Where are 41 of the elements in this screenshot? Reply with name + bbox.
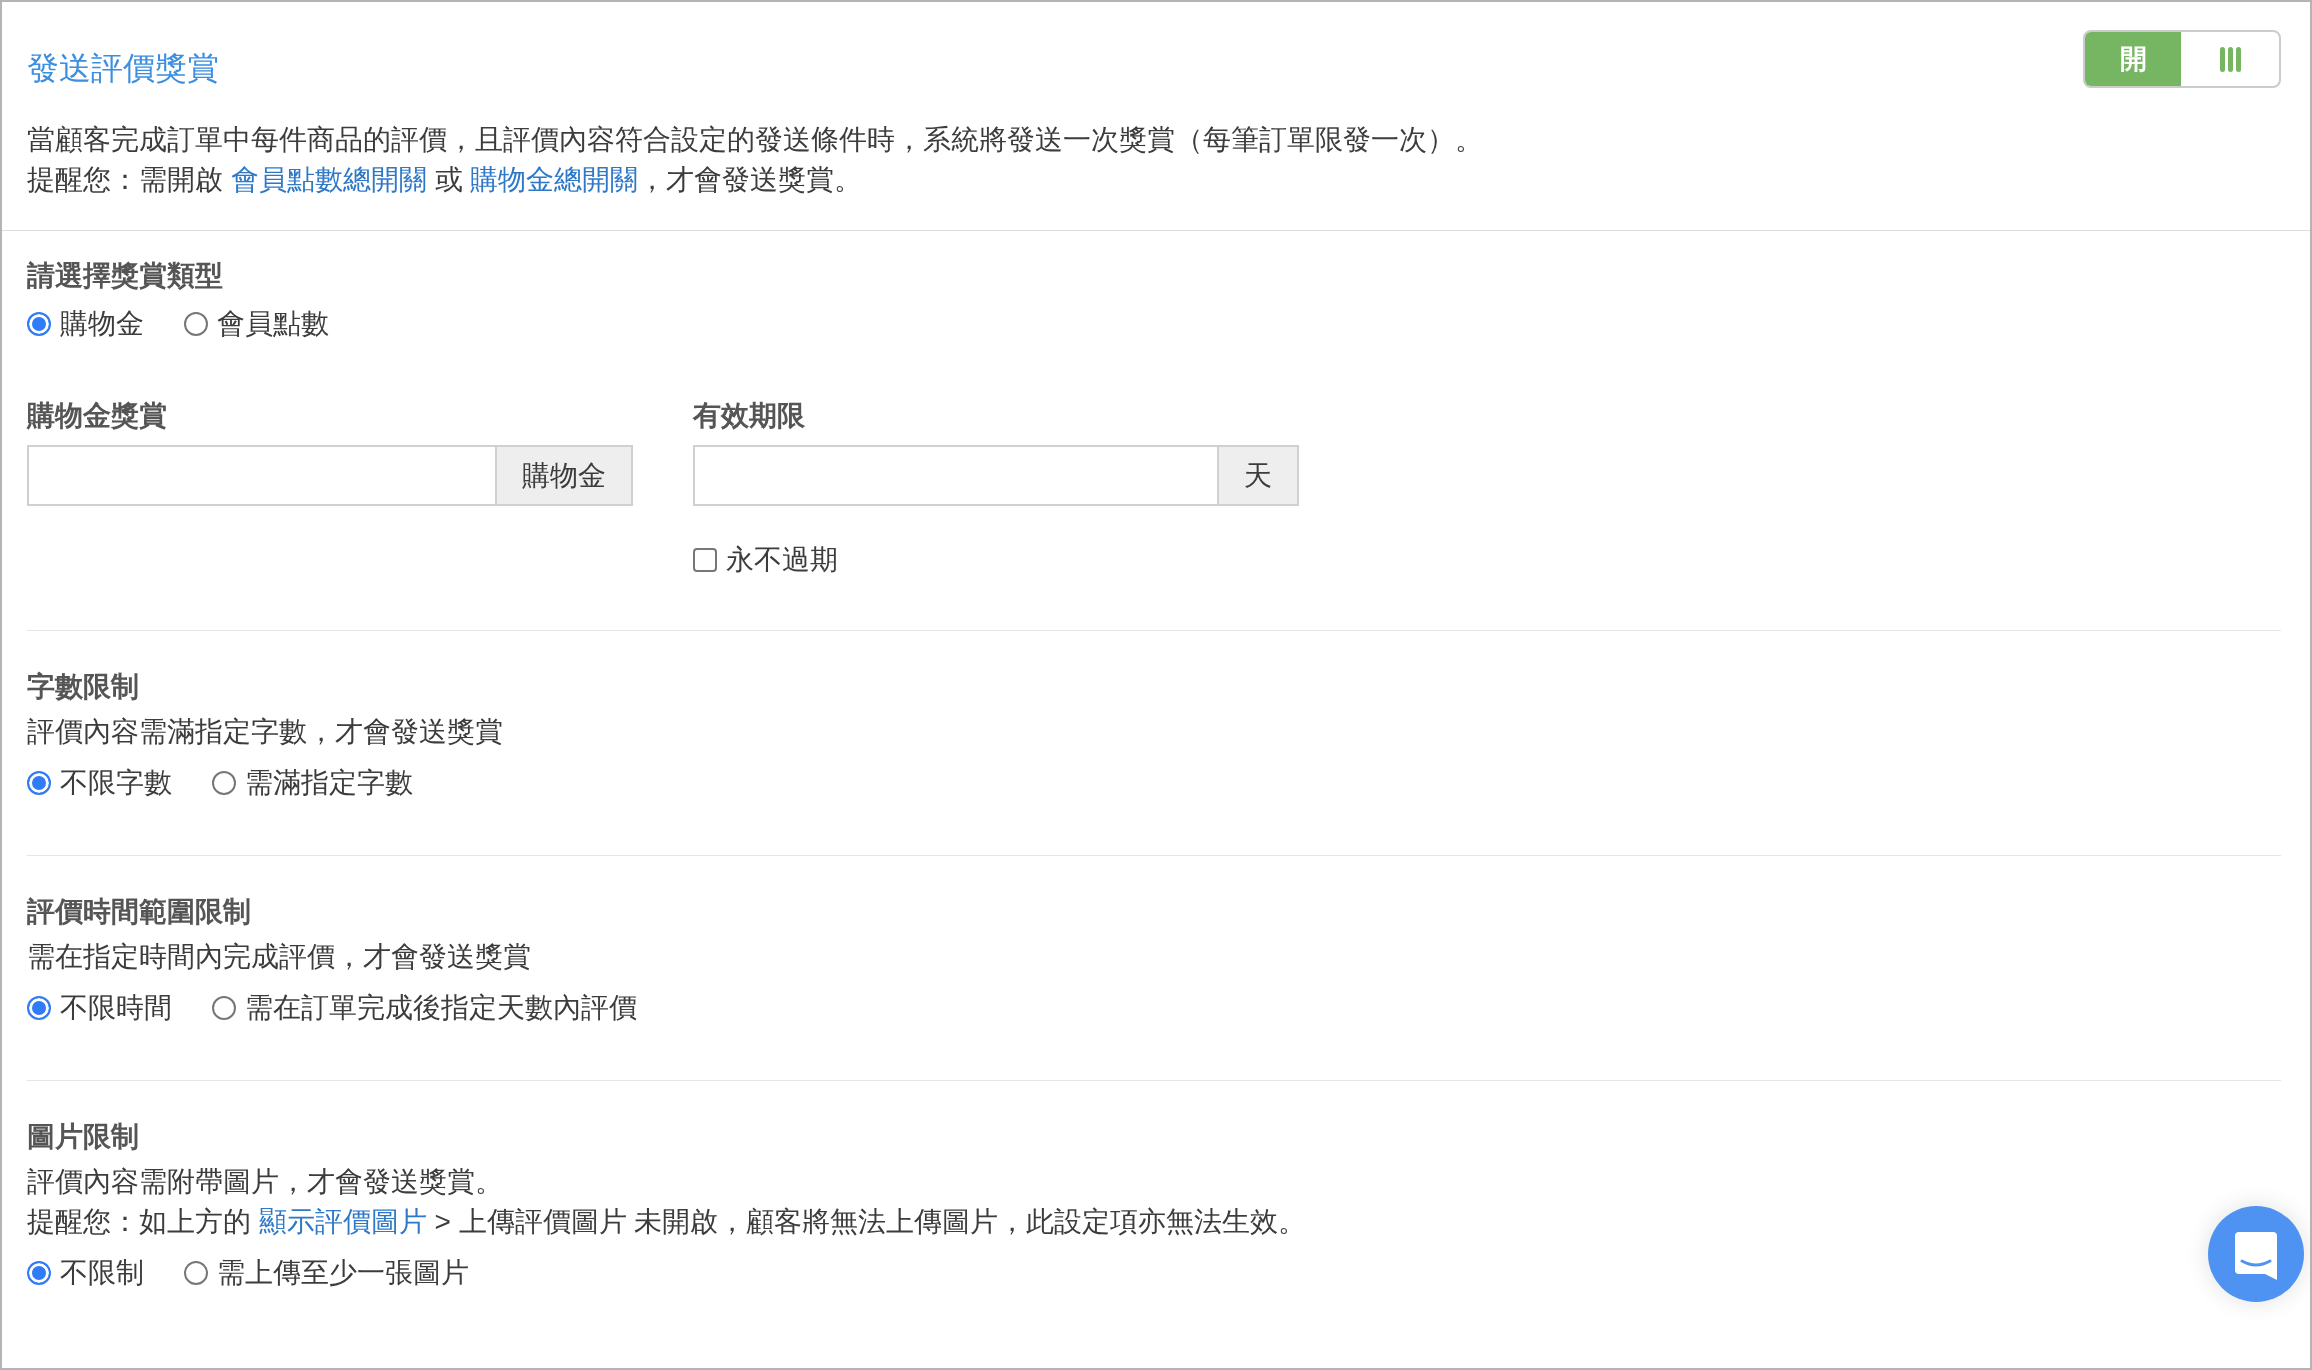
unit-addon: 購物金 (495, 445, 633, 506)
radio-label: 需上傳至少一張圖片 (217, 1256, 469, 1290)
section-description: 提醒您：如上方的 顯示評價圖片 > 上傳評價圖片 未開啟，顧客將無法上傳圖片，此設定項亦無法生效。 (27, 1205, 1307, 1239)
unit-addon: 天 (1217, 445, 1299, 506)
text-link[interactable]: 會員點數總開關 (230, 164, 427, 195)
radio-button[interactable] (184, 1261, 208, 1285)
radio-button[interactable] (27, 312, 51, 336)
section-description: 評價內容需滿指定字數，才會發送獎賞 (27, 715, 503, 749)
radio-button[interactable] (27, 1261, 51, 1285)
checkbox[interactable] (693, 548, 717, 572)
radio-label: 不限制 (60, 1256, 144, 1290)
section-heading: 字數限制 (27, 670, 139, 704)
radio-button[interactable] (27, 771, 51, 795)
grip-icon (2219, 46, 2241, 72)
radio-label: 購物金 (60, 307, 144, 341)
radio-label: 需在訂單完成後指定天數內評價 (245, 991, 637, 1025)
radio-label: 不限字數 (60, 766, 172, 800)
text-link[interactable]: 顯示評價圖片 (258, 1206, 427, 1237)
section-description: 需在指定時間內完成評價，才會發送獎賞 (27, 940, 531, 974)
input-field[interactable] (27, 445, 495, 506)
description-text: 當顧客完成訂單中每件商品的評價，且評價內容符合設定的發送條件時，系統將發送一次獎賞（每筆訂單限發一次）。 (27, 123, 1483, 157)
page-title: 發送評價獎賞 (27, 49, 219, 88)
section-heading: 請選擇獎賞類型 (27, 259, 223, 293)
radio-button[interactable] (212, 771, 236, 795)
toggle-switch[interactable]: 開 (2083, 30, 2281, 88)
text-link[interactable]: 購物金總開關 (470, 164, 639, 195)
checkbox-label: 永不過期 (726, 543, 838, 577)
field-label: 有效期限 (693, 399, 805, 433)
input-field[interactable] (693, 445, 1217, 506)
radio-button[interactable] (27, 996, 51, 1020)
radio-label: 會員點數 (217, 307, 329, 341)
section-description: 評價內容需附帶圖片，才會發送獎賞。 (27, 1165, 503, 1199)
chat-bubble-icon (2235, 1232, 2277, 1280)
description-text: 提醒您：需開啟 會員點數總開關 或 購物金總開關，才會發送獎賞。 (27, 163, 863, 197)
radio-button[interactable] (184, 312, 208, 336)
section-heading: 評價時間範圍限制 (27, 895, 251, 929)
radio-label: 需滿指定字數 (245, 766, 413, 800)
field-label: 購物金獎賞 (27, 399, 167, 433)
section-heading: 圖片限制 (27, 1120, 139, 1154)
radio-label: 不限時間 (60, 991, 172, 1025)
radio-button[interactable] (212, 996, 236, 1020)
